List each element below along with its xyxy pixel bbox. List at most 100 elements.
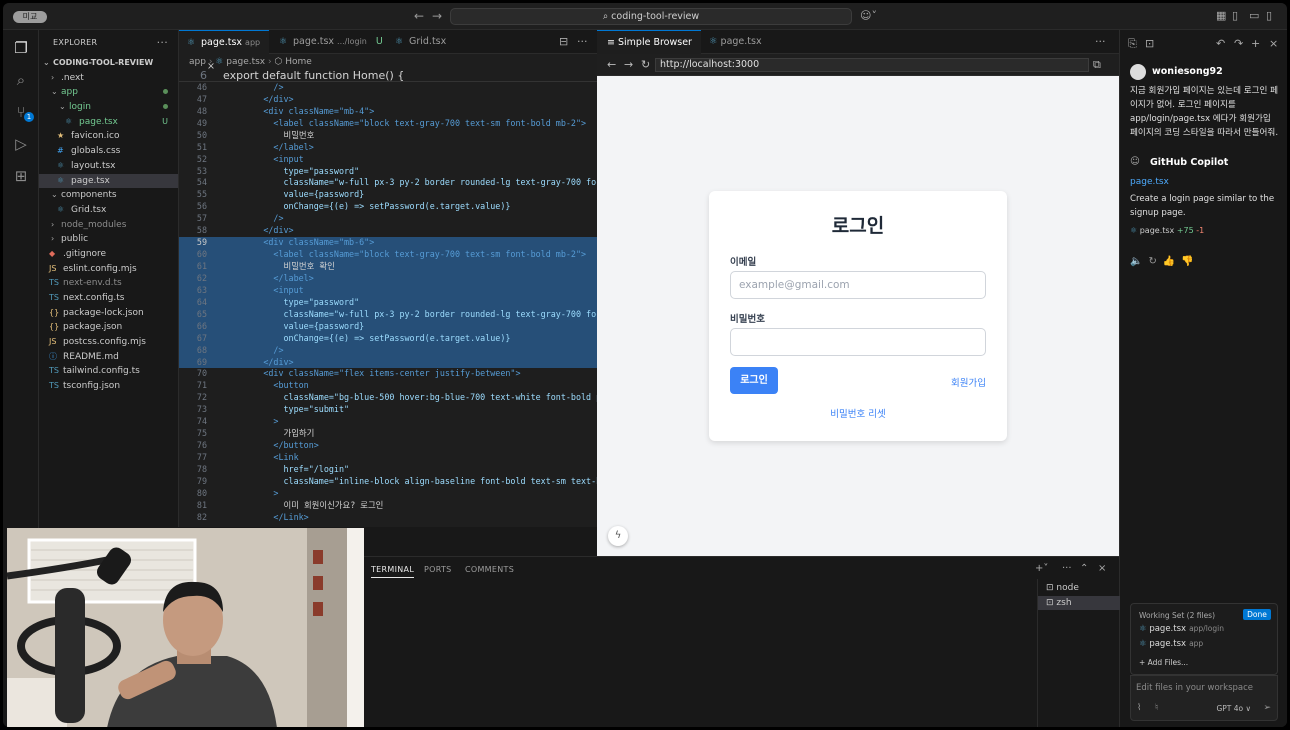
file-item[interactable]: TS tailwind.config.ts xyxy=(39,364,178,379)
file-item[interactable]: ⓘ README.md xyxy=(39,350,178,365)
folder-item[interactable]: › node_modules xyxy=(39,218,178,233)
file-item[interactable]: ⚛ layout.tsx xyxy=(39,159,178,174)
send-icon[interactable]: ➢ xyxy=(1263,703,1271,713)
add-files-button[interactable]: + Add Files... xyxy=(1139,658,1188,667)
project-folder[interactable]: ⌄ CODING-TOOL-REVIEW xyxy=(39,56,178,71)
code-line[interactable]: 50 비밀번호 xyxy=(179,130,597,142)
close-icon[interactable]: × xyxy=(1098,563,1106,574)
code-line[interactable]: 72 className="bg-blue-500 hover:bg-blue-… xyxy=(179,392,597,404)
code-line[interactable]: 54 className="w-full px-3 py-2 border ro… xyxy=(179,177,597,189)
code-line[interactable]: 82 </Link> xyxy=(179,512,597,524)
attach-icon[interactable]: ⌇ xyxy=(1137,703,1141,713)
code-line[interactable]: 70 <div className="flex items-center jus… xyxy=(179,368,597,380)
breadcrumb-item[interactable]: page.tsx xyxy=(226,57,265,67)
thumbs-up-icon[interactable]: 👍 xyxy=(1163,256,1181,267)
code-line[interactable]: 60 <label className="block text-gray-700… xyxy=(179,249,597,261)
window-pill[interactable]: 미교 xyxy=(13,11,47,23)
code-lines[interactable]: 45 onChange={(e) => setEmail(e.target.va… xyxy=(179,70,597,527)
split-editor-icon[interactable]: ⊟ xyxy=(559,35,568,48)
folder-item[interactable]: › public xyxy=(39,232,178,247)
more-actions-icon[interactable]: ··· xyxy=(1095,35,1106,48)
code-line[interactable]: 59 <div className="mb-6"> xyxy=(179,237,597,250)
code-line[interactable]: 76 </button> xyxy=(179,440,597,452)
code-line[interactable]: 48 <div className="mb-4"> xyxy=(179,106,597,118)
code-line[interactable]: 53 type="password" xyxy=(179,166,597,178)
code-line[interactable]: 63 <input xyxy=(179,284,597,297)
file-change-chip[interactable]: ⚛ page.tsx +75 -1 xyxy=(1130,226,1204,235)
close-icon[interactable]: × xyxy=(1269,37,1278,50)
code-line[interactable]: 56 onChange={(e) => setPassword(e.target… xyxy=(179,201,597,213)
done-button[interactable]: Done xyxy=(1243,609,1271,620)
model-picker[interactable]: GPT 4o ∨ xyxy=(1216,704,1251,713)
code-line[interactable]: 58 </div> xyxy=(179,225,597,237)
maximize-panel-icon[interactable]: ⌃ xyxy=(1080,563,1088,574)
file-item[interactable]: ⚛ Grid.tsx xyxy=(39,203,178,218)
new-chat-icon[interactable]: + xyxy=(1251,37,1260,50)
terminal-item-zsh[interactable]: ⊡ zsh xyxy=(1038,596,1120,610)
folder-item[interactable]: ⌄ login xyxy=(39,100,178,115)
password-field[interactable] xyxy=(730,328,986,356)
undo-icon[interactable]: ↶ xyxy=(1216,37,1225,50)
code-line[interactable]: 71 <button xyxy=(179,380,597,392)
signup-link[interactable]: 회원가입 xyxy=(951,375,986,389)
folder-item[interactable]: ⌄ app xyxy=(39,85,178,100)
file-item[interactable]: {} package-lock.json xyxy=(39,306,178,321)
search-icon[interactable]: ⌕ xyxy=(11,70,31,90)
code-line[interactable]: 68 /> xyxy=(179,344,597,357)
code-line[interactable]: 74 > xyxy=(179,416,597,428)
tab-grid[interactable]: ⚛ Grid.tsx xyxy=(387,30,463,54)
code-line[interactable]: 81 이미 회원이신가요? 로그인 xyxy=(179,500,597,512)
breadcrumb-item[interactable]: Home xyxy=(285,57,312,67)
chat-input[interactable]: Edit files in your workspace ⌇ ♮ GPT 4o … xyxy=(1130,675,1278,721)
code-line[interactable]: 77 <Link xyxy=(179,452,597,464)
open-external-icon[interactable]: ⧉ xyxy=(1093,58,1101,72)
code-line[interactable]: 67 onChange={(e) => setPassword(e.target… xyxy=(179,332,597,345)
tab-simple-browser[interactable]: ≡ Simple Browser × xyxy=(597,30,701,72)
back-arrow-icon[interactable]: ← xyxy=(607,58,616,71)
forward-arrow-icon[interactable]: → xyxy=(624,58,633,71)
layout-icon[interactable]: ▦ xyxy=(1216,9,1226,22)
file-item[interactable]: {} package.json xyxy=(39,320,178,335)
folder-item[interactable]: ⌄ components xyxy=(39,188,178,203)
explorer-icon[interactable]: ❐ xyxy=(11,38,31,58)
run-debug-icon[interactable]: ▷ xyxy=(11,134,31,154)
source-control-icon[interactable]: ⑂ 1 xyxy=(11,102,34,122)
code-line[interactable]: 79 className="inline-block align-baselin… xyxy=(179,476,597,488)
file-link[interactable]: page.tsx xyxy=(1130,177,1169,187)
tab-comments[interactable]: COMMENTS xyxy=(465,565,514,574)
login-button[interactable]: 로그인 xyxy=(730,367,778,394)
tab-page-app[interactable]: ⚛ page.tsx app × xyxy=(179,30,269,72)
tab-page-preview[interactable]: ⚛ page.tsx xyxy=(703,30,773,54)
chat-icon[interactable]: ⎘ xyxy=(1128,37,1137,51)
more-actions-icon[interactable]: ··· xyxy=(577,35,588,48)
read-aloud-icon[interactable]: 🔈 xyxy=(1130,256,1148,267)
code-line[interactable]: 47 </div> xyxy=(179,94,597,106)
code-line[interactable]: 80 > xyxy=(179,488,597,500)
code-line[interactable]: 62 </label> xyxy=(179,272,597,285)
file-item[interactable]: ★ favicon.ico xyxy=(39,129,178,144)
more-actions-icon[interactable]: ··· xyxy=(1062,563,1072,574)
code-line[interactable]: 49 <label className="block text-gray-700… xyxy=(179,118,597,130)
code-line[interactable]: 52 <input xyxy=(179,154,597,166)
url-input[interactable]: http://localhost:3000 xyxy=(655,58,1089,72)
working-file[interactable]: ⚛ page.tsx app xyxy=(1139,639,1203,649)
file-item[interactable]: TS next-env.d.ts xyxy=(39,276,178,291)
code-line[interactable]: 64 type="password" xyxy=(179,296,597,309)
code-line[interactable]: 75 가입하기 xyxy=(179,428,597,440)
file-item[interactable]: ◆ .gitignore xyxy=(39,247,178,262)
file-item[interactable]: ⚛ page.tsx U xyxy=(39,115,178,130)
toggle-panel-icon[interactable]: ▭ xyxy=(1249,9,1259,22)
code-line[interactable]: 61 비밀번호 확인 xyxy=(179,261,597,273)
code-line[interactable]: 78 href="/login" xyxy=(179,464,597,476)
code-line[interactable]: 57 /> xyxy=(179,213,597,225)
working-file[interactable]: ⚛ page.tsx app/login xyxy=(1139,624,1224,634)
terminal-item-node[interactable]: ⊡ node xyxy=(1038,581,1120,595)
retry-icon[interactable]: ↻ xyxy=(1148,256,1162,267)
redo-icon[interactable]: ↷ xyxy=(1234,37,1243,50)
file-item[interactable]: JS postcss.config.mjs xyxy=(39,335,178,350)
forward-arrow-icon[interactable]: → xyxy=(432,9,442,23)
folder-item[interactable]: › .next xyxy=(39,71,178,86)
code-line[interactable]: 73 type="submit" xyxy=(179,404,597,416)
breadcrumb-item[interactable]: app xyxy=(189,57,206,67)
new-terminal-icon[interactable]: +˅ xyxy=(1035,563,1048,574)
